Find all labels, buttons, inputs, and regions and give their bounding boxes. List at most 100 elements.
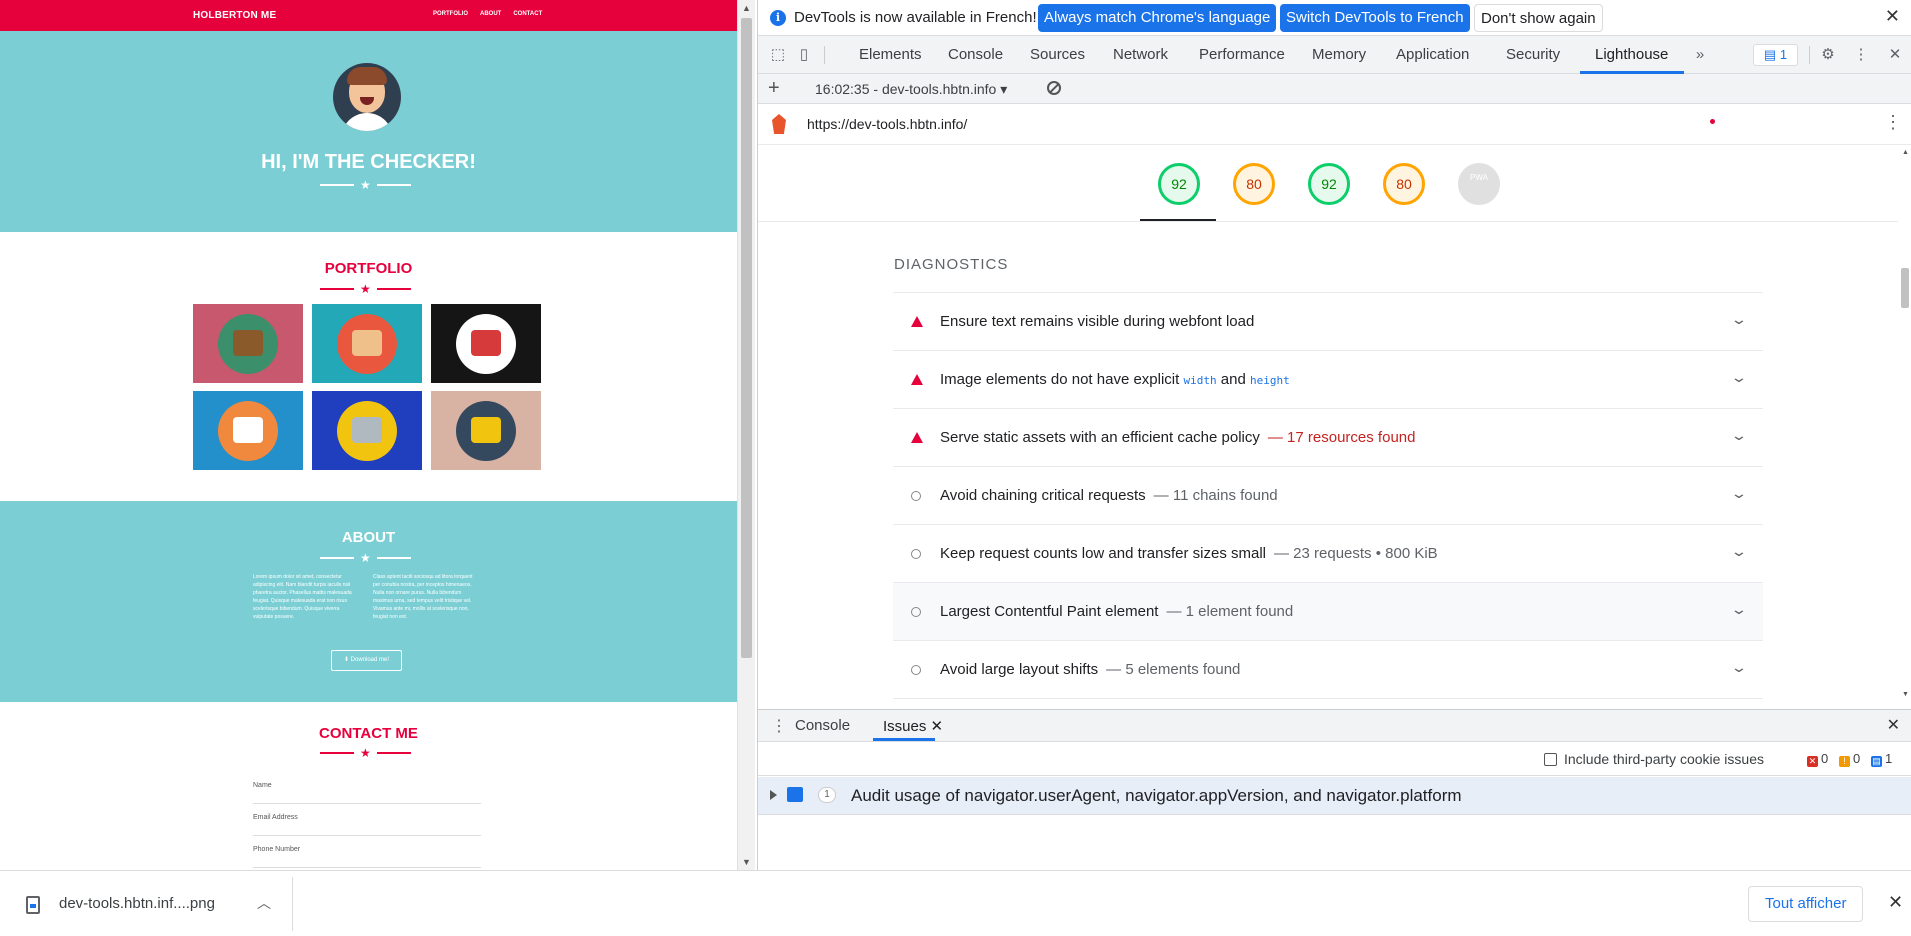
tab-lighthouse[interactable]: Lighthouse [1595,46,1668,63]
audit-row[interactable]: Ensure text remains visible during webfo… [893,293,1763,351]
drawer-tabbar: ⋮ Console Issues ✕ ✕ [758,709,1911,742]
tab-console[interactable]: Console [948,46,1003,63]
site-brand[interactable]: HOLBERTON ME [193,10,276,21]
name-field[interactable]: Name [253,782,481,804]
score-gauge[interactable]: 92 [1308,163,1350,205]
show-all-button[interactable]: Tout afficher [1748,886,1864,922]
info-circle-icon [911,665,921,675]
lighthouse-report: DIAGNOSTICS Ensure text remains visible … [758,222,1898,702]
contact-section: CONTACT ME ★ Name Email Address Phone Nu… [0,702,737,870]
portfolio-tile[interactable] [431,391,541,470]
audit-row[interactable]: Largest Contentful Paint element — 1 elem… [893,583,1763,641]
audit-row[interactable]: Image elements do not have explicit widt… [893,351,1763,409]
chevron-down-icon[interactable]: ⌄ [1730,485,1748,502]
drawer-tab-console[interactable]: Console [795,717,850,734]
portfolio-tile[interactable] [431,304,541,383]
drawer-menu-icon[interactable]: ⋮ [771,716,787,736]
clear-reports-icon[interactable] [1047,81,1061,95]
portfolio-tile[interactable] [312,391,422,470]
chevron-down-icon[interactable]: ⌄ [1730,543,1748,560]
report-scrollbar[interactable]: ▲ ▼ [1898,145,1911,702]
audited-url[interactable]: https://dev-tools.hbtn.info/ [807,116,967,132]
close-drawer-icon[interactable]: ✕ [1887,715,1900,735]
tab-sources[interactable]: Sources [1030,46,1085,63]
new-report-icon[interactable]: + [768,77,780,100]
star-icon: ★ [360,178,371,192]
score-gauge[interactable]: 80 [1383,163,1425,205]
tab-network[interactable]: Network [1113,46,1168,63]
phone-field[interactable]: Phone Number [253,846,481,868]
chevron-up-icon[interactable]: ︿ [257,893,271,913]
scroll-up-icon[interactable]: ▲ [742,3,751,13]
portfolio-tile[interactable] [193,304,303,383]
portfolio-tile[interactable] [312,304,422,383]
star-icon: ★ [360,746,371,760]
audit-row[interactable]: Serve static assets with an efficient ca… [893,409,1763,467]
score-gauge[interactable]: 80 [1233,163,1275,205]
pwa-gauge[interactable]: PWA [1458,163,1500,205]
download-filename[interactable]: dev-tools.hbtn.inf....png [59,895,215,912]
chevron-down-icon[interactable]: ⌄ [1730,601,1748,618]
device-toolbar-icon[interactable]: ▯ [794,45,814,65]
warning-icon: ! [1839,756,1850,767]
nav-link-about[interactable]: ABOUT [480,11,501,17]
chevron-down-icon[interactable]: ⌄ [1730,369,1748,386]
dont-show-again-button[interactable]: Don't show again [1474,4,1603,32]
audit-row[interactable]: Avoid large layout shifts — 5 elements fo… [893,641,1763,699]
tab-performance[interactable]: Performance [1199,46,1285,63]
info-circle-icon [911,607,921,617]
status-dot [1710,119,1715,124]
always-match-language-button[interactable]: Always match Chrome's language [1038,4,1277,32]
about-text-left: Lorem ipsum dolor sit amet, consectetur … [253,574,352,620]
audit-display-value: — 1 element found [1166,603,1294,620]
nav-link-portfolio[interactable]: PORTFOLIO [433,11,468,17]
report-selector[interactable]: 16:02:35 - dev-tools.hbtn.info ▾ [815,81,1007,98]
chevron-down-icon[interactable]: ⌄ [1730,659,1748,676]
switch-to-french-button[interactable]: Switch DevTools to French [1280,4,1470,32]
nav-link-contact[interactable]: CONTACT [513,11,542,17]
more-tabs-icon[interactable]: » [1690,45,1710,65]
scroll-up-icon[interactable]: ▲ [1902,149,1909,156]
close-icon[interactable]: ✕ [1885,6,1900,27]
hero-section: HI, I'M THE CHECKER! ★ [0,31,737,232]
file-icon [26,896,40,914]
portfolio-tile[interactable] [193,391,303,470]
issue-message-icon [787,787,803,802]
issues-toolbar: Include third-party cookie issues ✕ 0 ! 0 … [758,742,1911,776]
lighthouse-toolbar: + 16:02:35 - dev-tools.hbtn.info ▾ [758,74,1911,104]
tab-memory[interactable]: Memory [1312,46,1366,63]
settings-gear-icon[interactable]: ⚙ [1818,45,1838,65]
expand-triangle-icon[interactable] [770,790,777,800]
issues-badge[interactable]: ▤ 1 [1753,44,1798,66]
about-text-right: Class aptent taciti sociosqu ad litora t… [373,574,473,620]
error-count: ✕ 0 [1807,751,1829,767]
chevron-down-icon[interactable]: ⌄ [1730,427,1748,444]
chevron-down-icon[interactable]: ⌄ [1730,311,1748,328]
email-field[interactable]: Email Address [253,814,481,836]
close-devtools-icon[interactable]: ✕ [1885,45,1905,65]
tab-security[interactable]: Security [1506,46,1560,63]
tab-application[interactable]: Application [1396,46,1469,63]
more-options-icon[interactable]: ⋮ [1851,45,1871,65]
audit-row[interactable]: Keep request counts low and transfer siz… [893,525,1763,583]
scroll-down-icon[interactable]: ▼ [742,857,751,867]
scrollbar-thumb[interactable] [1901,268,1909,308]
tab-elements[interactable]: Elements [859,46,922,63]
issue-row[interactable]: 1 Audit usage of navigator.userAgent, na… [758,777,1911,815]
close-tab-icon[interactable]: ✕ [931,718,944,735]
drawer-tab-issues[interactable]: Issues ✕ [883,717,943,735]
close-shelf-icon[interactable]: ✕ [1888,892,1903,913]
language-infobar: i DevTools is now available in French! A… [758,0,1911,36]
diagnostics-heading: DIAGNOSTICS [894,256,1009,273]
scrollbar-thumb[interactable] [741,18,752,658]
issue-title: Audit usage of navigator.userAgent, navi… [851,786,1462,805]
score-gauge[interactable]: 92 [1158,163,1200,205]
audit-row[interactable]: Avoid chaining critical requests — 11 cha… [893,467,1763,525]
download-button[interactable]: ⬇ Download me! [331,650,402,671]
report-menu-icon[interactable]: ⋮ [1884,112,1902,133]
scroll-down-icon[interactable]: ▼ [1902,691,1909,698]
website-scrollbar[interactable]: ▲ ▼ [737,0,755,870]
inspect-element-icon[interactable]: ⬚ [768,45,788,65]
devtools-tabbar: ⬚ ▯ Elements Console Sources Network Per… [758,36,1911,74]
third-party-cookie-checkbox[interactable] [1544,753,1557,766]
